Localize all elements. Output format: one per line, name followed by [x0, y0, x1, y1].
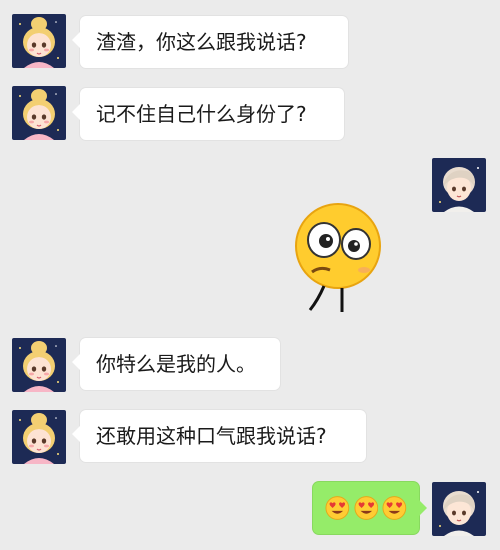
sender-avatar[interactable] — [12, 86, 66, 140]
sender-avatar[interactable] — [12, 338, 66, 392]
girl-avatar-icon — [12, 86, 66, 140]
shocked-face-sticker[interactable] — [290, 200, 390, 318]
girl-avatar-icon — [12, 410, 66, 464]
self-avatar[interactable] — [432, 158, 486, 212]
message-bubble[interactable]: 你特么是我的人。 — [72, 338, 280, 390]
message-text: 还敢用这种口气跟我说话? — [96, 424, 327, 448]
message-bubble[interactable]: 记不住自己什么身份了? — [72, 88, 344, 140]
message-bubble[interactable]: 渣渣，你这么跟我说话? — [72, 16, 348, 68]
heart-eyes-emoji-icon — [354, 495, 379, 521]
message-text: 你特么是我的人。 — [96, 352, 256, 376]
emoji-row — [325, 495, 407, 521]
self-avatar[interactable] — [432, 482, 486, 536]
heart-eyes-emoji-icon — [325, 495, 350, 521]
girl-avatar-icon — [12, 338, 66, 392]
girl-avatar-icon — [12, 14, 66, 68]
sender-avatar[interactable] — [12, 410, 66, 464]
message-bubble[interactable]: 还敢用这种口气跟我说话? — [72, 410, 366, 462]
boy-avatar-icon — [432, 158, 486, 212]
message-text: 记不住自己什么身份了? — [96, 102, 307, 126]
heart-eyes-emoji-icon — [382, 495, 407, 521]
sent-message-bubble[interactable] — [313, 482, 427, 534]
boy-avatar-icon — [432, 482, 486, 536]
message-text: 渣渣，你这么跟我说话? — [96, 30, 307, 54]
sender-avatar[interactable] — [12, 14, 66, 68]
